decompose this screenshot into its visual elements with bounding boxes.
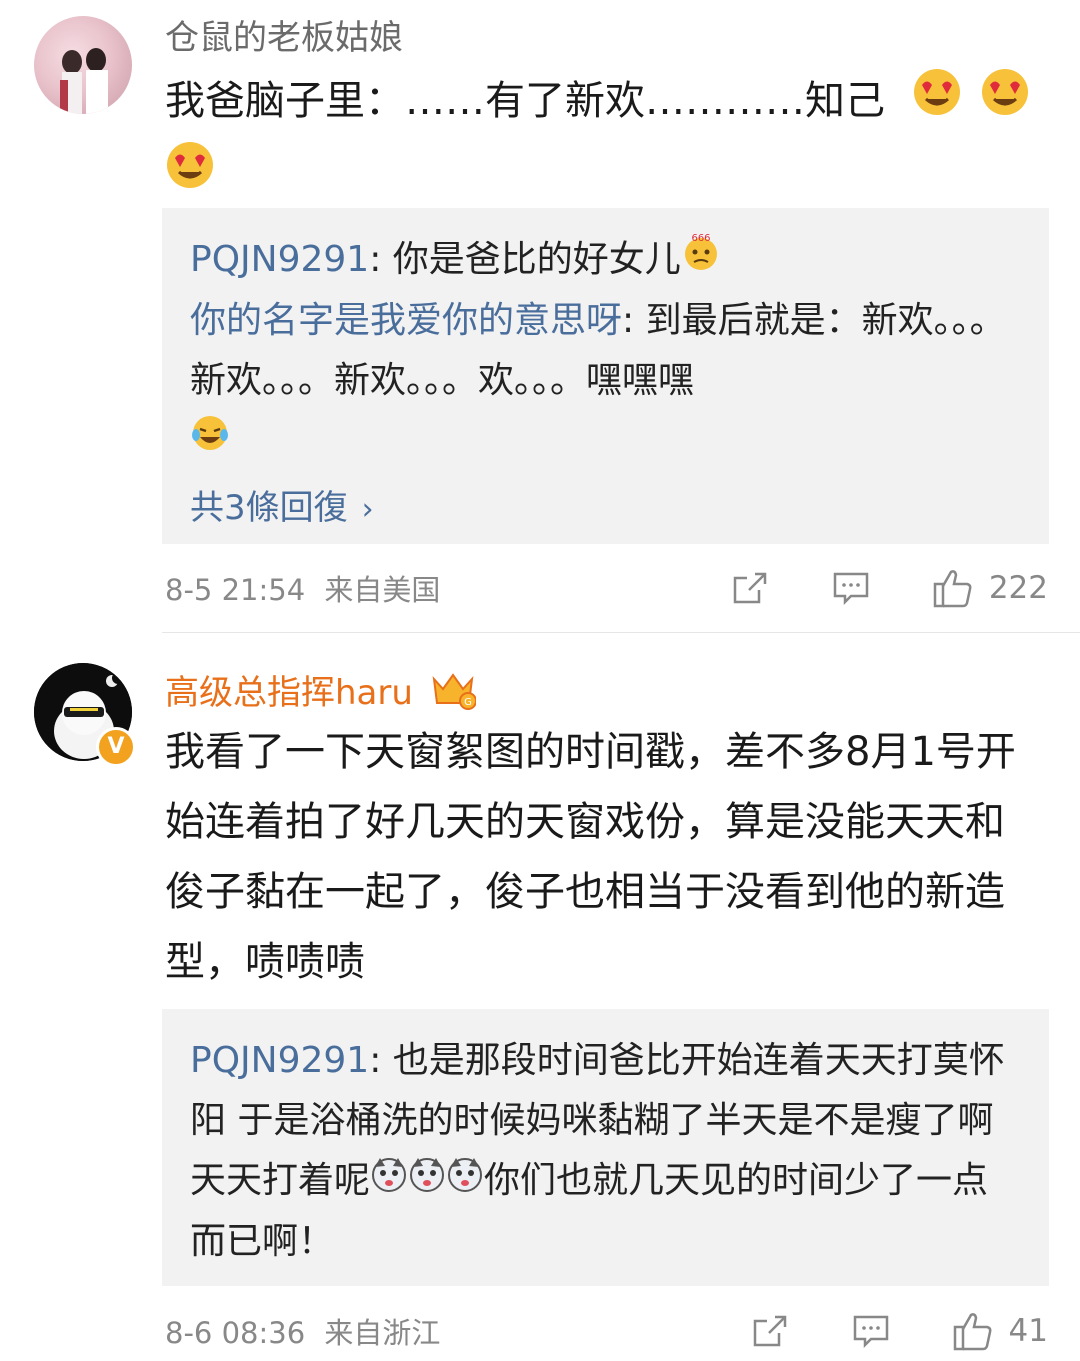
reply-item[interactable]: PQJN9291: 也是那段时间爸比开始连着天天打莫怀阳 于是浴桶洗的时候妈咪黏… xyxy=(190,1031,1021,1272)
reply-button[interactable] xyxy=(851,1311,891,1351)
comment-meta: 8-6 08:36 来自浙江 xyxy=(165,1315,440,1351)
avatar-image xyxy=(60,48,108,114)
more-replies-label: 共3條回復 xyxy=(190,488,348,528)
heart-eyes-emoji xyxy=(165,140,215,212)
like-icon xyxy=(953,1313,991,1351)
husky-emoji xyxy=(446,1152,484,1212)
verified-badge: V xyxy=(96,727,136,767)
comment-actions: 222 xyxy=(731,566,1048,610)
location: 来自美国 xyxy=(324,573,441,607)
comment-icon xyxy=(853,1315,888,1349)
reply-author[interactable]: PQJN9291 xyxy=(190,1040,369,1081)
replies-panel: PQJN9291: 也是那段时间爸比开始连着天天打莫怀阳 于是浴桶洗的时候妈咪黏… xyxy=(162,1009,1049,1286)
crown-icon: G xyxy=(430,669,477,720)
username[interactable]: 高级总指挥haru G xyxy=(165,669,477,720)
replies-panel: PQJN9291: 你是爸比的好女儿 666 你的名字是我爱你的意思呀: 到最后就… xyxy=(162,208,1049,544)
like-button[interactable]: 41 xyxy=(951,1309,1048,1353)
heart-eyes-emoji xyxy=(912,67,962,139)
svg-text:G: G xyxy=(464,697,472,708)
reply-author[interactable]: PQJN9291 xyxy=(190,239,369,280)
more-replies-link[interactable]: 共3條回復 › xyxy=(190,478,1021,540)
share-button[interactable] xyxy=(731,568,771,608)
username-text: 高级总指挥haru xyxy=(165,673,413,713)
reply-button[interactable] xyxy=(831,568,871,608)
username[interactable]: 仓鼠的老板姑娘 xyxy=(165,18,403,58)
share-button[interactable] xyxy=(751,1311,791,1351)
like-count: 41 xyxy=(1008,1313,1048,1349)
timestamp: 8-5 21:54 xyxy=(165,573,306,607)
husky-emoji xyxy=(408,1152,446,1212)
chevron-right-icon: › xyxy=(361,492,374,527)
share-icon xyxy=(733,572,767,604)
share-icon xyxy=(753,1315,786,1347)
comment-icon xyxy=(833,572,869,606)
svg-text:666: 666 xyxy=(691,233,710,244)
thinking-666-emoji: 666 xyxy=(681,231,721,291)
like-icon xyxy=(933,570,972,608)
reply-text: 你是爸比的好女儿 xyxy=(392,239,681,280)
timestamp: 8-6 08:36 xyxy=(165,1316,306,1350)
user-avatar[interactable] xyxy=(34,16,132,114)
comment-actions: 41 xyxy=(751,1309,1048,1353)
heart-eyes-emoji xyxy=(980,67,1030,139)
comment-text: 我看了一下天窗絮图的时间戳，差不多8月1号开始连着拍了好几天的天窗戏份，算是没能… xyxy=(165,729,1016,985)
husky-emoji xyxy=(370,1152,408,1212)
like-count: 222 xyxy=(988,570,1048,606)
comment-meta: 8-5 21:54 来自美国 xyxy=(165,572,440,608)
like-button[interactable]: 222 xyxy=(931,566,1048,610)
reply-author[interactable]: 你的名字是我爱你的意思呀 xyxy=(190,300,622,341)
comment-1: 仓鼠的老板姑娘 我爸脑子里：……有了新欢…………知己 PQJN9291: 你是爸… xyxy=(0,0,1080,632)
comment-text: 我爸脑子里：……有了新欢…………知己 xyxy=(165,66,1035,212)
verified-badge-label: V xyxy=(107,734,125,759)
comment-2: V 高级总指挥haru G 我看了一下天窗絮图的时间戳，差不多8月1号开始连着拍… xyxy=(0,633,1080,1361)
laughing-emoji xyxy=(190,412,230,472)
comment-text-content: 我爸脑子里：……有了新欢…………知己 xyxy=(165,78,885,124)
reply-item[interactable]: 你的名字是我爱你的意思呀: 到最后就是：新欢。。。新欢。。。新欢。。。欢。。。嘿… xyxy=(190,291,1021,472)
location: 来自浙江 xyxy=(324,1316,441,1350)
reply-item[interactable]: PQJN9291: 你是爸比的好女儿 666 xyxy=(190,230,1021,291)
